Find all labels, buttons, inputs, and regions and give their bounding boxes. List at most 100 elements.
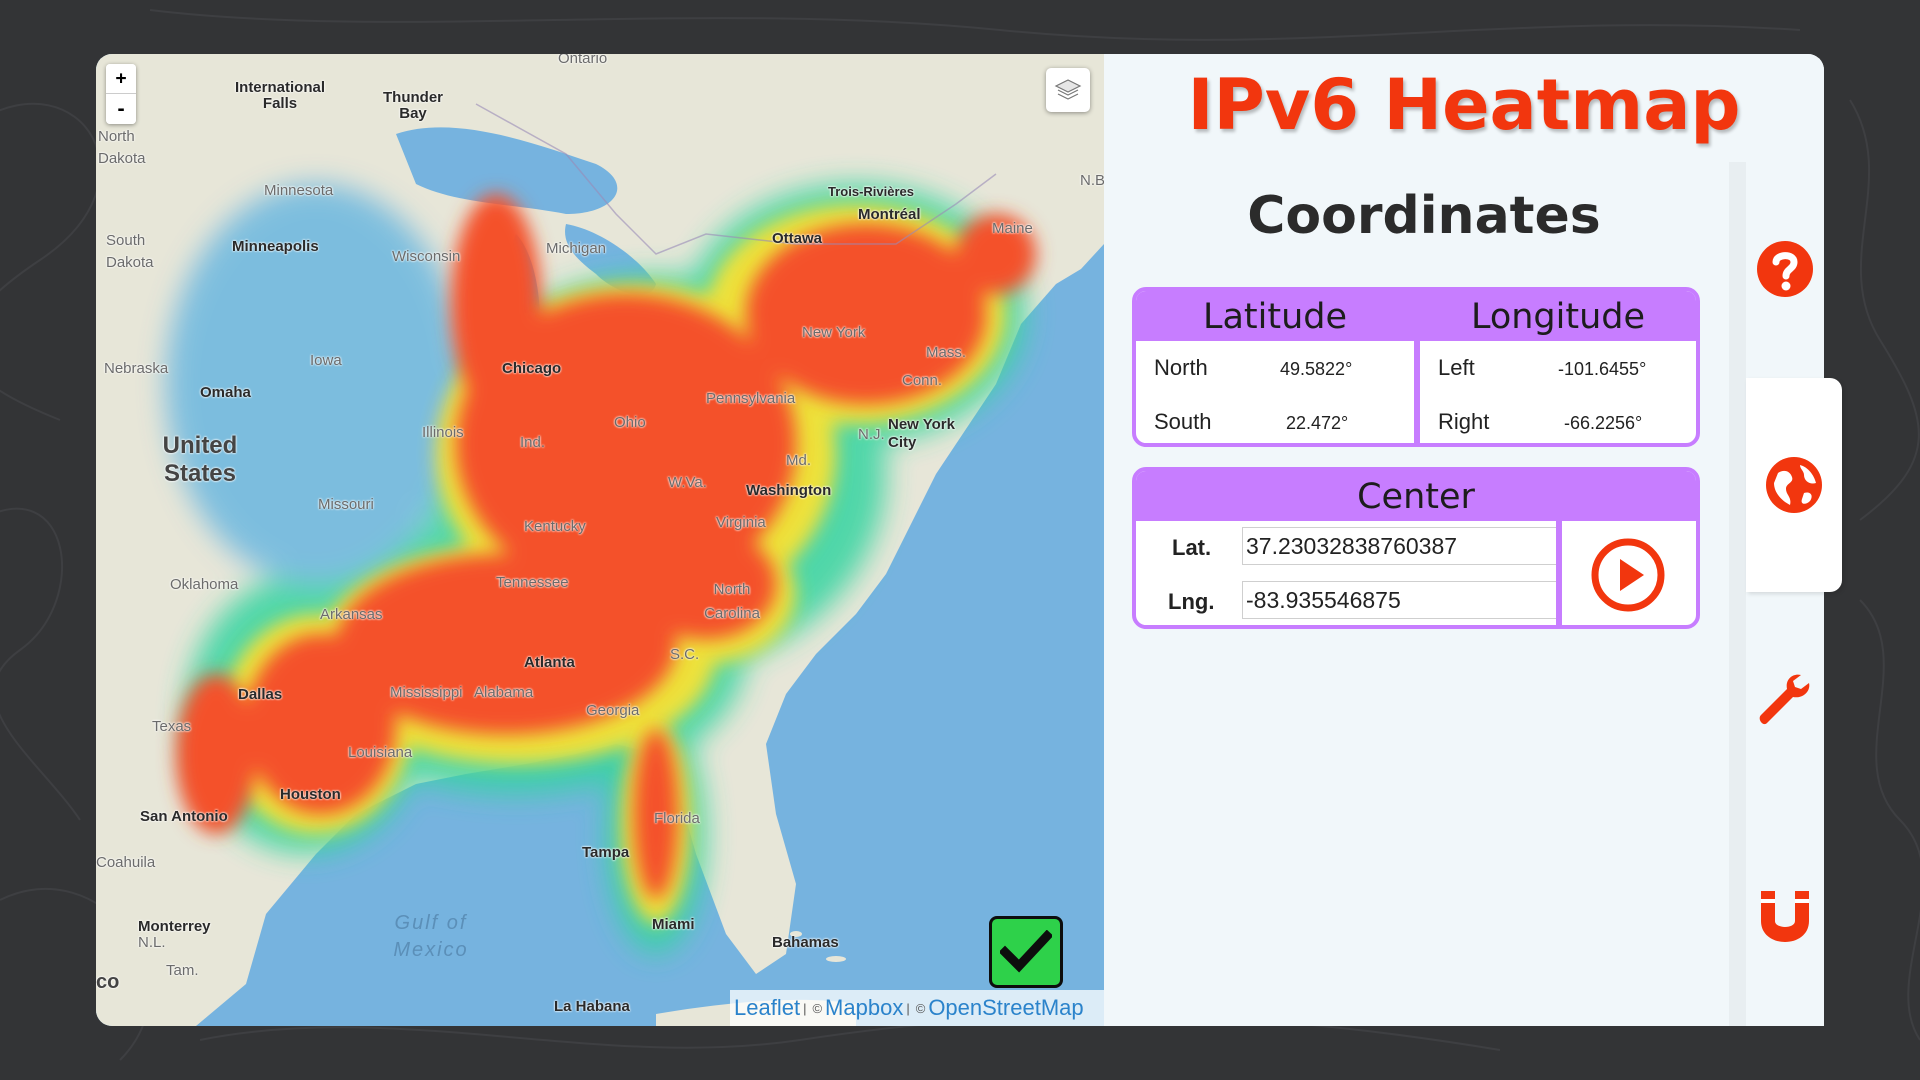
- map-label-atlanta: Atlanta: [524, 654, 575, 671]
- map-label-kentucky: Kentucky: [524, 518, 586, 535]
- map-label-thunder-bay: Thunder Bay: [383, 89, 443, 122]
- map-label-international-falls: International Falls: [234, 79, 325, 112]
- magnet-icon: [1761, 891, 1809, 942]
- map-label-oklahoma: Oklahoma: [170, 576, 239, 593]
- tab-help[interactable]: [1746, 162, 1824, 376]
- center-form: Center Lat. Lng.: [1132, 467, 1700, 629]
- center-lat-label: Lat.: [1172, 535, 1212, 560]
- map-label-omaha: Omaha: [200, 384, 251, 401]
- apply-view-button[interactable]: [989, 916, 1063, 988]
- south-label: South: [1154, 409, 1212, 434]
- map-label-san-antonio: San Antonio: [140, 808, 228, 825]
- copyright-symbol: ©: [812, 1000, 823, 1016]
- map-label-north-carolina: North Carolina: [704, 581, 760, 622]
- map-label-united-states: United States: [162, 432, 238, 487]
- map-label-arkansas: Arkansas: [320, 606, 383, 623]
- center-header: Center: [1136, 471, 1696, 521]
- openstreetmap-link[interactable]: OpenStreetMap: [928, 995, 1083, 1021]
- map-label-tampa: Tampa: [582, 844, 630, 861]
- map-label-md: Md.: [786, 452, 812, 469]
- north-label: North: [1154, 355, 1208, 380]
- map-label-bahamas: Bahamas: [772, 934, 839, 951]
- map-label-dallas: Dallas: [238, 686, 283, 703]
- map-label-ottawa: Ottawa: [772, 230, 823, 247]
- center-lat-input[interactable]: [1242, 527, 1556, 565]
- map-label-north-dakota: North Dakota: [98, 128, 146, 167]
- go-to-center-button[interactable]: [1562, 527, 1694, 623]
- zoom-in-button[interactable]: +: [106, 64, 136, 94]
- map-label-washington: Washington: [746, 482, 832, 499]
- map-label-missouri: Missouri: [318, 496, 374, 513]
- map-label-minneapolis: Minneapolis: [232, 238, 319, 255]
- leaflet-link[interactable]: Leaflet: [734, 995, 800, 1021]
- map-label-illinois: Illinois: [422, 424, 464, 441]
- map-label-conn: Conn.: [902, 372, 943, 389]
- map-label-texas: Texas: [152, 718, 192, 735]
- map-label-mississippi: Mississippi: [390, 684, 463, 701]
- map-label-wisconsin: Wisconsin: [392, 248, 461, 265]
- column-divider: [1414, 291, 1420, 443]
- map-label-georgia: Georgia: [586, 702, 640, 719]
- map-label-monterrey: Monterrey: [138, 918, 211, 935]
- attribution-separator: |: [906, 1000, 910, 1016]
- latitude-header: Latitude: [1202, 297, 1348, 337]
- app-title: IPv6 Heatmap: [1187, 64, 1741, 146]
- map-label-nl: N.L.: [138, 934, 166, 951]
- map-label-south-dakota: South Dakota: [106, 232, 154, 271]
- map-label-gulf-of-mexico: Gulf of Mexico: [393, 912, 469, 961]
- map-label-virginia: Virginia: [716, 514, 766, 531]
- center-lng-input[interactable]: [1242, 581, 1556, 619]
- tab-magnet[interactable]: [1746, 810, 1824, 1024]
- help-icon: [1757, 241, 1813, 297]
- heatmap-map[interactable]: Ontario International Falls Thunder Bay …: [96, 54, 1104, 1026]
- wrench-icon: [1759, 674, 1810, 725]
- app-window: Ontario International Falls Thunder Bay …: [96, 54, 1824, 1026]
- map-label-houston: Houston: [280, 786, 341, 803]
- map-label-tennessee: Tennessee: [496, 574, 569, 591]
- map-label-trois-rivieres: Trois-Rivières: [828, 184, 914, 199]
- map-label-nebraska: Nebraska: [104, 360, 169, 377]
- layers-button[interactable]: [1046, 68, 1090, 112]
- map-label-new-york-state: New York: [802, 324, 866, 341]
- zoom-out-button[interactable]: -: [106, 94, 136, 124]
- map-attribution: Leaflet | © Mapbox | © OpenStreetMap: [730, 990, 1104, 1026]
- map-label-louisiana: Louisiana: [348, 744, 413, 761]
- north-value: 49.5822°: [1280, 359, 1353, 379]
- map-label-pennsylvania: Pennsylvania: [706, 390, 796, 407]
- map-label-nb: N.B.: [1080, 172, 1104, 189]
- center-lng-label: Lng.: [1168, 589, 1215, 614]
- mapbox-link[interactable]: Mapbox: [825, 995, 903, 1021]
- map-label-la-habana: La Habana: [554, 998, 630, 1015]
- globe-icon: [1766, 457, 1822, 513]
- map-label-tam: Tam.: [166, 962, 199, 979]
- checkmark-icon: [1000, 930, 1052, 973]
- map-label-alabama: Alabama: [474, 684, 534, 701]
- tab-settings[interactable]: [1746, 594, 1824, 808]
- map-label-mass: Mass.: [926, 344, 967, 361]
- map-label-ontario: Ontario: [558, 54, 608, 67]
- map-label-new-york-city: New York City: [888, 416, 955, 451]
- right-value: -66.2256°: [1564, 413, 1643, 433]
- right-label: Right: [1438, 409, 1490, 434]
- play-circle-icon: [1591, 538, 1665, 612]
- tab-map[interactable]: [1746, 378, 1842, 592]
- map-label-florida: Florida: [654, 810, 700, 827]
- map-label-iowa: Iowa: [310, 352, 342, 369]
- map-label-michigan: Michigan: [546, 240, 607, 257]
- control-panel: IPv6 Heatmap Coordinates Latitude Longit…: [1104, 54, 1824, 1026]
- south-value: 22.472°: [1286, 413, 1349, 433]
- map-label-ind: Ind.: [520, 434, 546, 451]
- side-tab-bar: [1746, 162, 1842, 1026]
- layers-icon: [1054, 79, 1082, 100]
- map-label-coahuila: Coahuila: [96, 854, 156, 871]
- bounds-table: Latitude Longitude North 49.5822° South …: [1132, 287, 1700, 447]
- map-basemap: [96, 54, 1104, 1026]
- panel-scrollbar[interactable]: [1729, 162, 1747, 1026]
- left-value: -101.6455°: [1558, 359, 1647, 379]
- map-label-sc: S.C.: [670, 646, 700, 663]
- longitude-header: Longitude: [1470, 297, 1646, 337]
- zoom-control: + -: [106, 64, 136, 124]
- map-label-wva: W.Va.: [668, 474, 707, 491]
- map-label-montreal: Montréal: [858, 206, 921, 223]
- map-label-minnesota: Minnesota: [264, 182, 334, 199]
